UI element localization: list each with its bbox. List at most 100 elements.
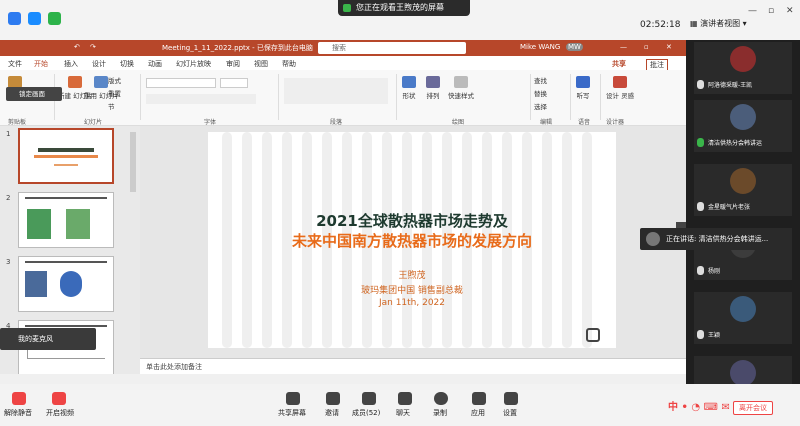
dictate-button[interactable]: 听写 [576,76,590,100]
tab-transitions[interactable]: 切换 [120,59,134,69]
minimize-icon[interactable]: — [748,6,757,16]
dictate-label: 听写 [576,92,590,100]
tab-animations[interactable]: 动画 [148,59,162,69]
signal-icon[interactable] [48,12,61,25]
close-icon[interactable]: ✕ [786,6,794,16]
chat-icon[interactable] [398,392,412,405]
participant-tile[interactable]: 阿洛德采暖-王凯 [694,42,792,94]
tab-insert[interactable]: 插入 [64,59,78,69]
undo-icon[interactable]: ↶ [74,43,80,51]
tab-design[interactable]: 设计 [92,59,106,69]
thumb-number: 3 [6,258,11,266]
slide-thumbnail-3[interactable] [18,256,114,312]
self-video-tile[interactable]: 我的麦克风 [0,328,96,350]
microphone-active-icon [697,138,704,147]
restore-icon[interactable]: ▫ [768,6,774,16]
ribbon-divider [278,74,279,120]
shapes-button[interactable]: 形状 [402,76,416,100]
reset-button[interactable]: 重置 [108,88,121,98]
arrange-icon [426,76,440,88]
quick-styles-label: 快速样式 [448,92,474,100]
arrange-button[interactable]: 排列 [426,76,440,100]
notes-pane[interactable]: 单击此处添加备注 [140,358,686,374]
active-speaker-text: 正在讲话: 清洁供热分会韩讲运... [666,235,769,243]
microphone-muted-icon[interactable] [12,392,26,405]
paragraph-controls[interactable] [284,78,388,104]
group-drawing-label: 绘图 [452,119,465,126]
invite-icon[interactable] [326,392,340,405]
find-button[interactable]: 查找 [534,75,547,85]
designer-button[interactable]: 设计 灵感 [606,76,634,100]
leave-meeting-button[interactable]: 离开会议 [733,401,773,415]
participant-tile[interactable]: 金星暖气片老张 [694,164,792,216]
ribbon-divider [140,74,141,120]
slide-thumbnail-2[interactable] [18,192,114,248]
ppt-minimize-icon[interactable]: — [620,43,627,51]
microphone-icon [697,330,704,339]
input-method-indicator[interactable]: 中 • ◔ ⌨ ✉ [668,398,730,413]
quick-styles-button[interactable]: 快速样式 [448,76,474,100]
quick-styles-icon [454,76,468,88]
user-avatar[interactable]: MW [566,43,583,51]
invite-button[interactable]: 邀请 [325,408,339,418]
group-voice-label: 语音 [578,119,591,126]
section-button[interactable]: 节 [108,101,115,111]
reuse-slide-icon [94,76,109,88]
shield-icon[interactable] [28,12,41,25]
screen-share-banner[interactable]: 您正在观看王煦茂的屏幕 [338,0,470,16]
participant-tile[interactable]: 清洁供热分会韩讲运 [694,100,792,152]
current-slide[interactable]: 2021全球散热器市场走势及 未来中国南方散热器市场的发展方向 王煦茂 玻玛集团… [208,132,616,348]
participant-avatar [730,168,756,194]
layout-button[interactable]: 版式 [108,75,121,85]
tab-file[interactable]: 文件 [8,59,22,69]
members-button[interactable]: 成员(52) [352,408,380,418]
view-mode-button[interactable]: ▦ 演讲者视图 ▾ [690,18,747,29]
ppt-restore-icon[interactable]: ▫ [644,43,649,51]
share-screen-icon[interactable] [286,392,300,405]
tab-review[interactable]: 审阅 [226,59,240,69]
lock-screen-button[interactable]: 锁定画面 [6,87,62,101]
tab-slideshow[interactable]: 幻灯片放映 [176,59,211,69]
microphone-icon [697,80,704,89]
participant-tile[interactable]: 王颖 [694,292,792,344]
ppt-close-icon[interactable]: ✕ [666,43,672,51]
select-button[interactable]: 选择 [534,101,547,111]
ribbon-divider [570,74,571,120]
apps-icon[interactable] [472,392,486,405]
info-icon[interactable] [8,12,21,25]
tab-help[interactable]: 帮助 [282,59,296,69]
redo-icon[interactable]: ↷ [90,43,96,51]
share-screen-button[interactable]: 共享屏幕 [278,408,306,418]
record-icon[interactable] [434,392,448,405]
meeting-clock: 02:52:18 [640,20,681,30]
ppt-user-name: Mike WANG [520,43,561,51]
participants-panel: 阿洛德采暖-王凯 清洁供热分会韩讲运 金星暖气片老张 杨刚 王颖 [686,40,800,384]
share-button[interactable]: 共享 [612,59,626,69]
members-icon[interactable] [362,392,376,405]
slide-thumbnail-1[interactable] [18,128,114,184]
new-slide-icon [68,76,83,88]
slide-editing-area: 2021全球散热器市场走势及 未来中国南方散热器市场的发展方向 王煦茂 玻玛集团… [140,126,686,358]
shapes-icon [402,76,416,88]
apps-button[interactable]: 应用 [471,408,485,418]
record-button[interactable]: 录制 [433,408,447,418]
tab-home[interactable]: 开始 [34,59,48,69]
start-video-button[interactable]: 开启视频 [46,408,74,418]
participant-tile[interactable] [694,356,792,384]
replace-button[interactable]: 替换 [534,88,547,98]
font-formatting-row[interactable] [146,94,256,104]
settings-button[interactable]: 设置 [503,408,517,418]
slide-presenter-company: 玻玛集团中国 销售副总裁 [361,286,463,296]
participant-name: 杨刚 [708,268,721,275]
ppt-search-input[interactable]: 搜索 [318,42,466,54]
notes-placeholder: 单击此处添加备注 [146,363,202,371]
tab-view[interactable]: 视图 [254,59,268,69]
chat-button[interactable]: 聊天 [396,408,410,418]
thumbnails-scrollbar[interactable] [130,132,136,192]
ppt-title-bar: ↶ ↷ Meeting_1_11_2022.pptx - 已保存到此台电脑 搜索… [0,40,686,56]
font-size-box[interactable] [220,78,248,88]
font-name-box[interactable] [146,78,216,88]
unmute-button[interactable]: 解除静音 [4,408,32,418]
video-off-icon[interactable] [52,392,66,405]
settings-icon[interactable] [504,392,518,405]
